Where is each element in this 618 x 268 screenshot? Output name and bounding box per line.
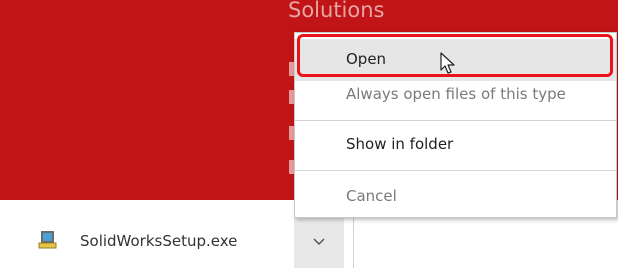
- download-file-name[interactable]: SolidWorksSetup.exe: [80, 232, 237, 250]
- menu-item-show-in-folder[interactable]: Show in folder: [295, 127, 616, 163]
- menu-divider: [295, 120, 616, 121]
- menu-item-cancel[interactable]: Cancel: [295, 179, 616, 215]
- menu-item-label: Always open files of this type: [346, 85, 566, 103]
- menu-divider: [295, 170, 616, 171]
- menu-item-label: Cancel: [346, 187, 397, 205]
- chevron-down-icon: [313, 238, 325, 246]
- banner-title: Solutions: [288, 0, 385, 22]
- menu-item-label: Show in folder: [346, 135, 454, 153]
- installer-icon: [38, 230, 58, 250]
- download-bar-divider: [353, 210, 354, 268]
- mouse-pointer-icon: [440, 52, 458, 80]
- download-options-button[interactable]: [294, 218, 344, 268]
- menu-item-always-open[interactable]: Always open files of this type: [295, 81, 616, 115]
